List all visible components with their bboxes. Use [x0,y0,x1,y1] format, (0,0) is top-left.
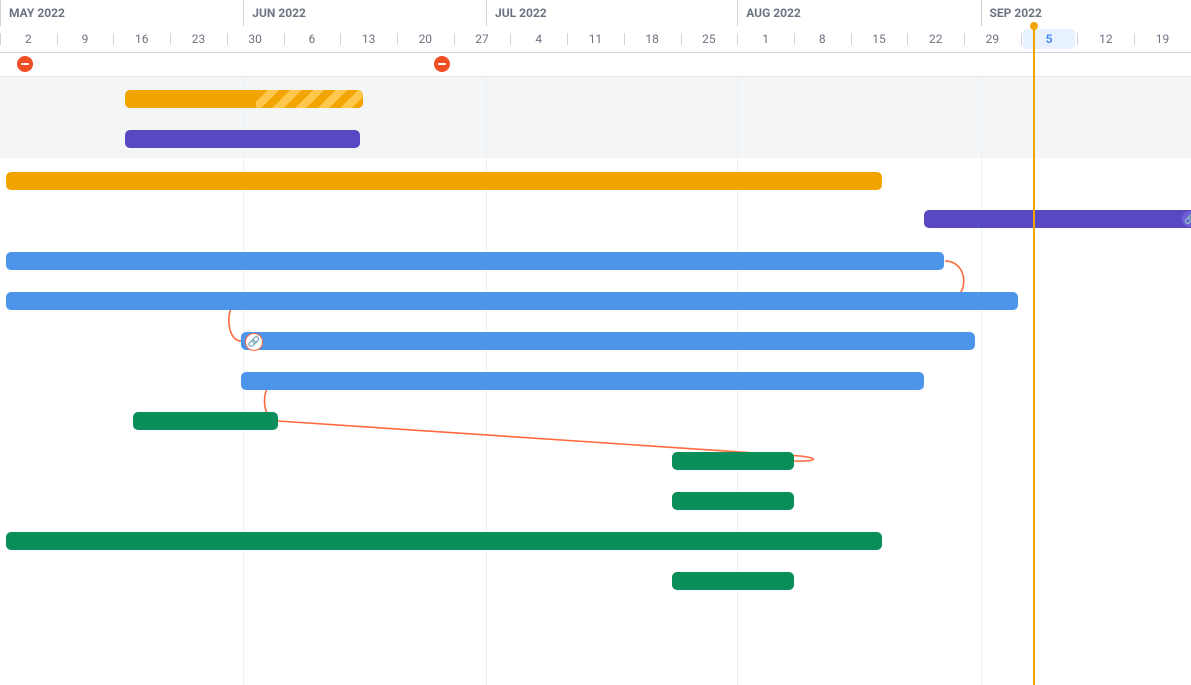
gantt-bar[interactable] [672,572,794,590]
week-label[interactable]: 29 [964,26,1021,52]
gantt-chart: MAY 2022JUN 2022JUL 2022AUG 2022SEP 2022… [0,0,1191,685]
week-label[interactable]: 25 [681,26,738,52]
week-label[interactable]: 4 [510,26,567,52]
link-icon[interactable]: 🔗 [1182,211,1191,227]
gantt-bar[interactable] [6,292,1018,310]
week-label[interactable]: 9 [57,26,114,52]
week-label[interactable]: 15 [851,26,908,52]
week-label[interactable]: 8 [794,26,851,52]
week-label[interactable]: 11 [567,26,624,52]
week-label[interactable]: 19 [1134,26,1191,52]
week-label[interactable]: 30 [227,26,284,52]
week-label[interactable]: 5 [1021,26,1078,52]
month-label: JUN 2022 [243,0,306,26]
gantt-bar[interactable] [6,532,882,550]
link-icon[interactable]: 🔗 [245,333,263,351]
week-label[interactable]: 23 [170,26,227,52]
gantt-bar[interactable] [6,172,882,190]
collapse-icon[interactable] [17,56,33,72]
month-label: JUL 2022 [486,0,547,26]
gantt-bar[interactable] [672,452,794,470]
week-label[interactable]: 20 [397,26,454,52]
week-label[interactable]: 1 [737,26,794,52]
collapse-icon[interactable] [434,56,450,72]
gantt-bar[interactable] [924,210,1191,228]
gantt-bar[interactable] [125,130,360,148]
week-label[interactable]: 12 [1077,26,1134,52]
week-label[interactable]: 13 [340,26,397,52]
gantt-bar[interactable] [125,90,363,108]
today-indicator [1033,26,1035,685]
timeline-header-months: MAY 2022JUN 2022JUL 2022AUG 2022SEP 2022 [0,0,1191,27]
week-label[interactable]: 2 [0,26,57,52]
week-label[interactable]: 27 [454,26,511,52]
gantt-bar[interactable] [133,412,278,430]
week-label[interactable]: 22 [907,26,964,52]
week-label[interactable]: 6 [284,26,341,52]
timeline-header-weeks: 291623306132027411182518152229512192 [0,26,1191,53]
month-label: AUG 2022 [737,0,801,26]
week-label[interactable]: 16 [113,26,170,52]
gantt-bar[interactable] [241,372,924,390]
month-label: MAY 2022 [0,0,65,26]
gantt-body[interactable]: 🔗🔗 [0,76,1191,685]
collapse-badge-row [0,52,1191,77]
week-label[interactable]: 18 [624,26,681,52]
gantt-bar[interactable] [672,492,794,510]
gantt-bar[interactable] [6,252,945,270]
gantt-bar[interactable] [241,332,975,350]
